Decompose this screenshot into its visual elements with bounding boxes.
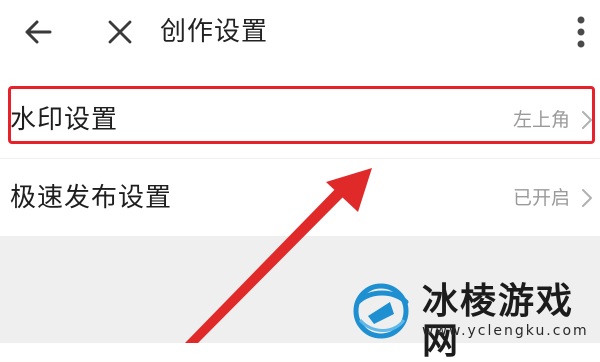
settings-row-label: 极速发布设置 bbox=[10, 183, 173, 213]
settings-row-fast-publish[interactable]: 极速发布设置 已开启 bbox=[0, 160, 600, 236]
more-options-button[interactable] bbox=[568, 12, 594, 52]
header-bar: 创作设置 bbox=[0, 0, 600, 64]
arrow-left-icon bbox=[25, 20, 52, 44]
watermark-site-url: www.yclengku.com bbox=[422, 323, 589, 339]
back-button[interactable] bbox=[20, 14, 56, 50]
divider bbox=[0, 158, 600, 159]
page-title: 创作设置 bbox=[160, 17, 269, 47]
chevron-right-icon bbox=[582, 189, 592, 207]
settings-row-value: 已开启 bbox=[512, 187, 570, 209]
highlight-box bbox=[8, 86, 595, 144]
more-vertical-icon bbox=[577, 16, 585, 48]
site-logo-icon bbox=[353, 283, 409, 339]
close-button[interactable] bbox=[102, 14, 138, 50]
close-icon bbox=[108, 20, 132, 44]
